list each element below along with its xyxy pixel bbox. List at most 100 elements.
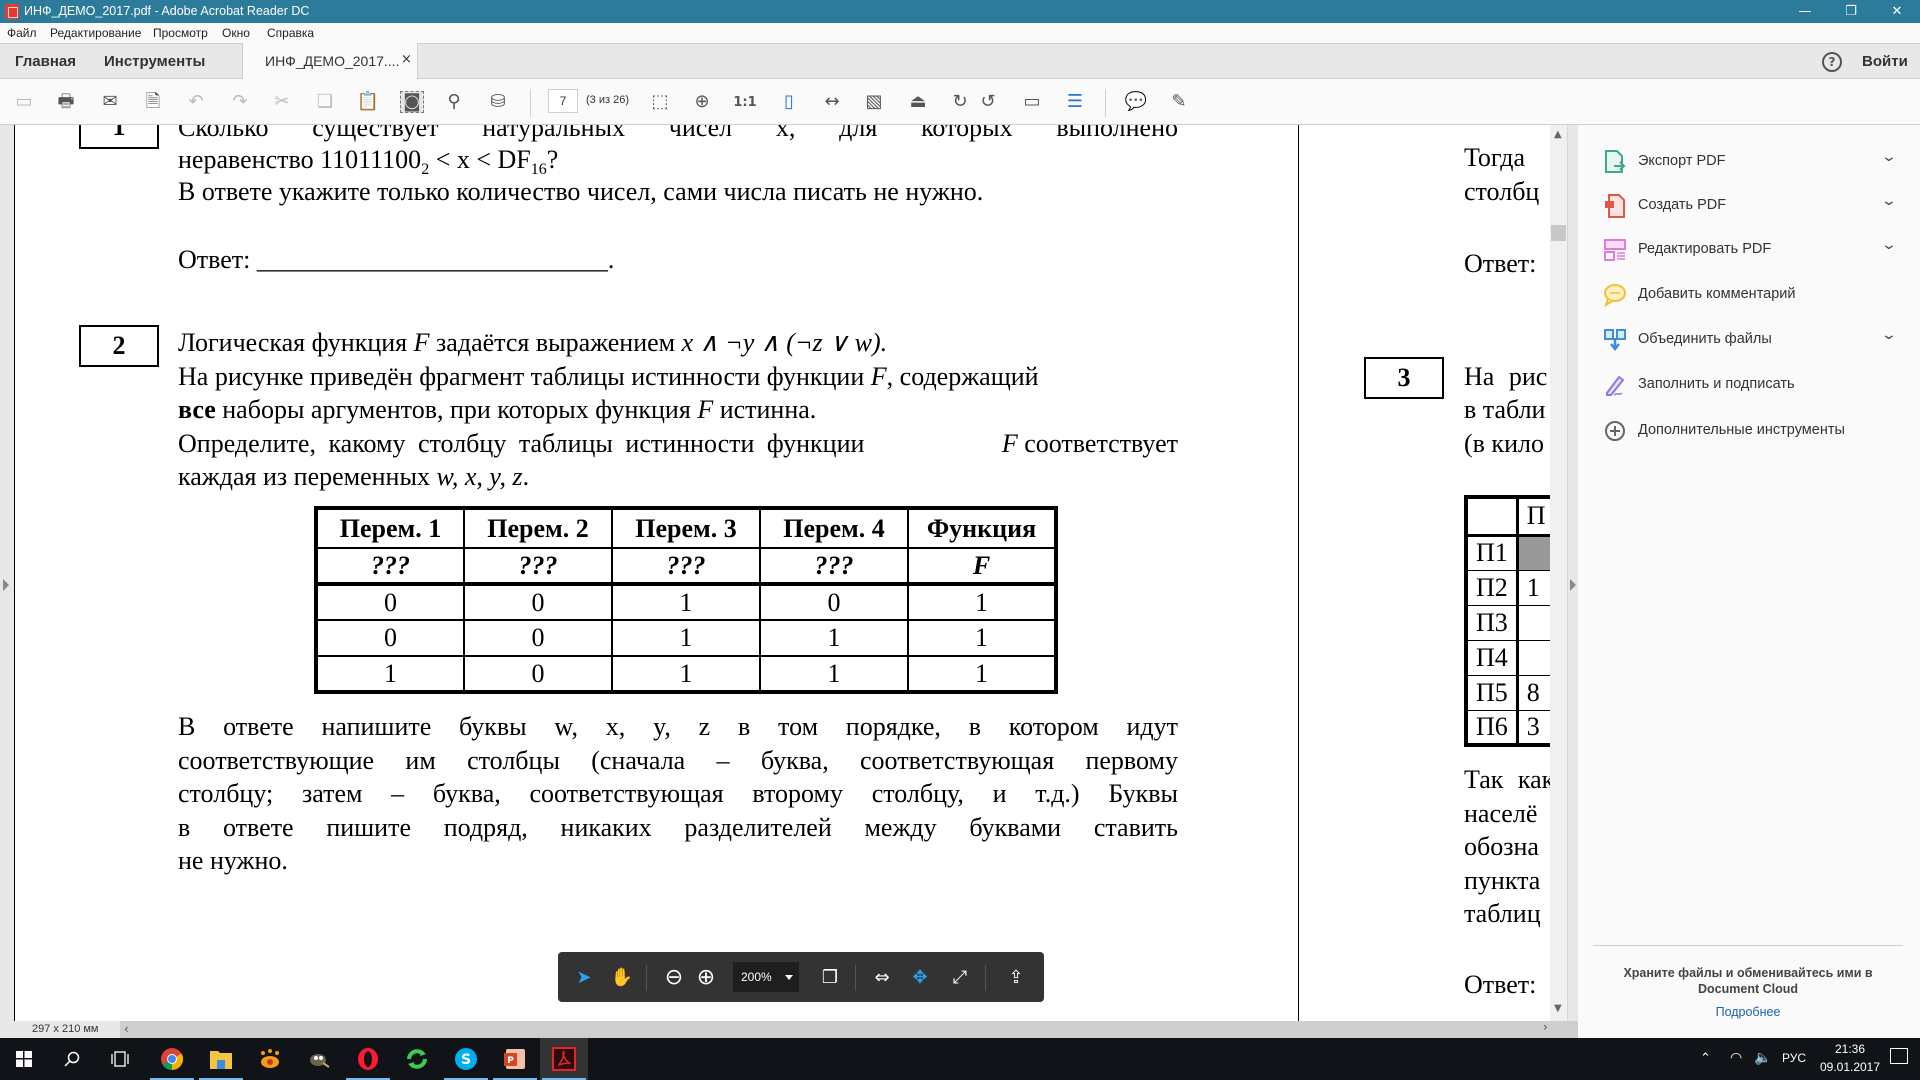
windows-taskbar: S P ⌃ ◠ 🔈 РУС 21:36 09.01.2017: [0, 1038, 1920, 1080]
table-row: П4: [1465, 639, 1550, 676]
tool-combine-files[interactable]: Объединить файлы ⌄: [1578, 320, 1920, 360]
chevron-down-icon[interactable]: ⌄: [1881, 327, 1897, 343]
taskbar-app-powerpoint[interactable]: P: [491, 1038, 539, 1080]
print-icon[interactable]: 🖶: [54, 91, 78, 113]
wifi-icon[interactable]: ◠: [1730, 1049, 1742, 1066]
taskbar-app-acrobat[interactable]: [540, 1038, 588, 1080]
rotate-clockwise-icon[interactable]: ↻: [948, 91, 972, 113]
tool-create-pdf[interactable]: Создать PDF ⌄: [1578, 186, 1920, 226]
close-button[interactable]: ✕: [1874, 0, 1920, 23]
action-center-icon[interactable]: [1890, 1048, 1908, 1064]
logic-expression: x ∧ ¬y ∧ (¬z ∨ w).: [681, 328, 888, 357]
zoom-out-icon[interactable]: ⊖: [662, 965, 686, 990]
answer-label: Ответ:: [178, 245, 257, 274]
comment-icon[interactable]: 💬: [1124, 91, 1148, 113]
find-binoculars-icon[interactable]: ⛁: [486, 91, 510, 113]
menu-edit[interactable]: Редактирование: [50, 26, 141, 40]
zoom-level-select[interactable]: 200%: [733, 962, 799, 992]
taskbar-app-skype[interactable]: S: [442, 1038, 490, 1080]
tab-document[interactable]: ИНФ_ДЕМО_2017.... ×: [242, 43, 418, 79]
start-button[interactable]: [0, 1038, 48, 1080]
taskbar-app-xnview[interactable]: [246, 1038, 294, 1080]
taskbar-app-gimp[interactable]: [295, 1038, 343, 1080]
taskbar-app-sync[interactable]: [393, 1038, 441, 1080]
rotate-counterclockwise-icon[interactable]: ↺: [976, 91, 1000, 113]
left-panel-strip[interactable]: [0, 125, 14, 1021]
full-screen-icon[interactable]: ▭: [1020, 91, 1044, 113]
taskbar-app-chrome[interactable]: [148, 1038, 196, 1080]
tab-home[interactable]: Главная: [15, 53, 76, 70]
task-view-button[interactable]: [96, 1038, 144, 1080]
menu-window[interactable]: Окно: [222, 26, 250, 40]
login-button[interactable]: Войти: [1862, 53, 1908, 70]
actual-size-icon[interactable]: 1:1: [733, 91, 757, 113]
language-indicator[interactable]: РУС: [1782, 1051, 1806, 1065]
email-icon[interactable]: ✉: [98, 91, 122, 113]
task2-line1: Логическая функция F задаётся выражением…: [178, 328, 887, 358]
cut-icon[interactable]: ✂: [270, 91, 294, 113]
combine-files-icon: [1604, 329, 1626, 352]
fit-width-icon[interactable]: ⇔: [870, 965, 894, 989]
tab-tools[interactable]: Инструменты: [104, 53, 205, 70]
taskbar-app-explorer[interactable]: [197, 1038, 245, 1080]
menu-view[interactable]: Просмотр: [153, 26, 208, 40]
save-icon[interactable]: ▭: [12, 91, 36, 113]
fit-visible-icon[interactable]: ▧: [862, 91, 886, 113]
search-icon[interactable]: ⚲: [442, 91, 466, 113]
search-button[interactable]: [48, 1038, 96, 1080]
minimize-button[interactable]: —: [1782, 0, 1828, 23]
full-screen-icon[interactable]: ⤢: [948, 965, 972, 989]
clipboard-icon[interactable]: 📋: [356, 91, 380, 113]
export-share-icon[interactable]: ⇪: [1004, 965, 1028, 989]
right-panel-toggle-strip[interactable]: [1567, 125, 1578, 1021]
chevron-down-icon[interactable]: ⌄: [1881, 237, 1897, 253]
fit-page-icon[interactable]: ▯: [777, 91, 801, 113]
sign-document-icon[interactable]: 🗎: [141, 91, 165, 113]
gimp-icon: [310, 1054, 330, 1068]
copy-icon[interactable]: ❏: [313, 91, 337, 113]
tool-more-tools[interactable]: Дополнительные инструменты: [1578, 411, 1920, 451]
zoom-in-icon[interactable]: ⊕: [694, 965, 718, 990]
select-tool-icon[interactable]: ➤: [572, 965, 596, 989]
hand-tool-icon[interactable]: ✋: [610, 965, 634, 989]
snapshot-icon[interactable]: ◙: [400, 91, 424, 113]
menu-help[interactable]: Справка: [267, 26, 314, 40]
tool-fill-sign[interactable]: Заполнить и подписать: [1578, 365, 1920, 405]
taskbar-app-opera[interactable]: [344, 1038, 392, 1080]
help-icon[interactable]: ?: [1822, 52, 1842, 72]
show-hidden-icons-icon[interactable]: ⌃: [1700, 1050, 1711, 1066]
restore-button[interactable]: ❐: [1828, 0, 1874, 23]
tool-add-comment[interactable]: Добавить комментарий: [1578, 275, 1920, 315]
tool-edit-pdf[interactable]: Редактировать PDF ⌄: [1578, 230, 1920, 270]
page-display-icon[interactable]: ❐: [818, 965, 842, 989]
expand-left-panel-icon[interactable]: [3, 579, 9, 591]
menu-file[interactable]: Файл: [7, 26, 37, 40]
fit-width-icon[interactable]: ↔: [820, 91, 844, 113]
document-viewport[interactable]: 1 Сколько существует натуральных чисел x…: [0, 125, 1578, 1021]
scroll-up-icon[interactable]: ▲: [1554, 129, 1562, 140]
chevron-down-icon[interactable]: ⌄: [1881, 149, 1897, 165]
scrollbar-thumb[interactable]: [1551, 225, 1566, 241]
read-mode-icon[interactable]: ⏏: [906, 91, 930, 113]
clock-time[interactable]: 21:36: [1826, 1042, 1874, 1056]
learn-more-link[interactable]: Подробнее: [1598, 1005, 1898, 1019]
close-tab-icon[interactable]: ×: [401, 52, 412, 67]
chevron-down-icon[interactable]: ⌄: [1881, 193, 1897, 209]
undo-icon[interactable]: ↶: [184, 91, 208, 113]
page-number-input[interactable]: 7: [548, 89, 578, 113]
marquee-zoom-icon[interactable]: ⬚: [648, 91, 672, 113]
scroll-down-icon[interactable]: ▼: [1554, 1003, 1562, 1014]
scroll-left-icon[interactable]: ‹: [124, 1022, 129, 1036]
scrolling-mode-icon[interactable]: ☰: [1063, 91, 1087, 113]
clock-date[interactable]: 09.01.2017: [1818, 1060, 1882, 1074]
scroll-right-icon[interactable]: ›: [1543, 1020, 1548, 1034]
volume-icon[interactable]: 🔈: [1754, 1049, 1771, 1066]
highlight-icon[interactable]: ✎: [1167, 91, 1191, 113]
redo-icon[interactable]: ↷: [228, 91, 252, 113]
collapse-right-panel-icon[interactable]: [1570, 579, 1576, 591]
vertical-scrollbar[interactable]: ▲ ▼: [1550, 125, 1567, 1021]
tool-export-pdf[interactable]: Экспорт PDF ⌄: [1578, 142, 1920, 182]
fit-page-icon[interactable]: ✥: [908, 965, 932, 989]
horizontal-scrollbar[interactable]: 297 x 210 мм ‹ ›: [0, 1020, 1578, 1038]
dynamic-zoom-icon[interactable]: ⊕: [690, 91, 714, 113]
